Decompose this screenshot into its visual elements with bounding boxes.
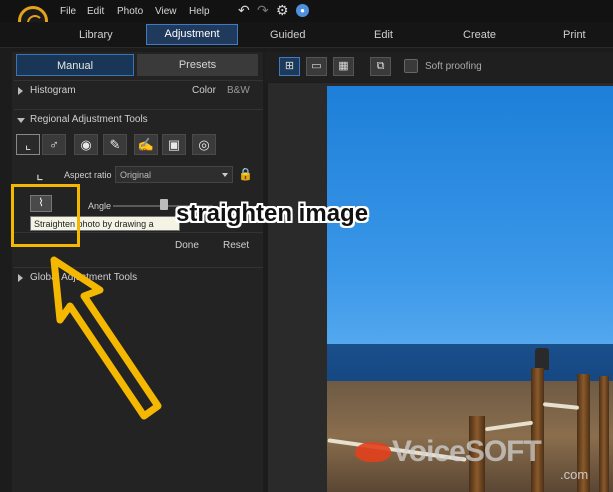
fit-view-icon[interactable]: ⊞ [279,57,300,76]
reset-button[interactable]: Reset [223,240,249,251]
aspect-ratio-label: Aspect ratio [64,170,112,180]
redo-icon[interactable]: ↷ [257,3,269,17]
photo-preview[interactable] [327,86,613,492]
photo-lamp [535,348,549,370]
chevron-down-icon [222,173,228,177]
watermark-domain: .com [560,467,589,482]
menu-edit[interactable]: Edit [87,6,104,17]
mode-edit[interactable]: Edit [374,29,393,41]
angle-label: Angle [88,201,112,211]
menu-bar: File Edit Photo View Help ↶ ↷ ⚙ ● [0,0,613,36]
histogram-bw-option[interactable]: B&W [227,85,250,96]
aspect-ratio-value: Original [120,170,152,180]
crop-tool-icon[interactable]: ⌞ [16,134,40,155]
highlight-box [11,184,80,247]
notification-icon[interactable]: ● [296,4,309,17]
regional-tools-label: Regional Adjustment Tools [30,114,148,125]
histogram-label: Histogram [30,85,76,96]
grid-view-icon[interactable]: ▦ [333,57,354,76]
done-button[interactable]: Done [175,240,199,251]
tab-manual[interactable]: Manual [16,54,134,76]
watermark-brand: VoiceSOFT [392,435,542,468]
single-view-icon[interactable]: ▭ [306,57,327,76]
histogram-color-option[interactable]: Color [192,85,216,96]
histogram-section[interactable]: Histogram Color B&W [14,80,263,100]
menu-photo[interactable]: Photo [117,6,143,17]
menu-file[interactable]: File [60,6,76,17]
menu-view[interactable]: View [155,6,177,17]
brush-tool-icon[interactable]: ✎ [103,134,127,155]
radial-mask-icon[interactable]: ◎ [192,134,216,155]
crop-icon: ⌞ [36,166,44,183]
mode-library[interactable]: Library [79,29,113,41]
compare-view-icon[interactable]: ⧉ [370,57,391,76]
mode-create[interactable]: Create [463,29,496,41]
gradient-mask-icon[interactable]: ▣ [162,134,186,155]
collapse-triangle-icon [17,118,25,123]
aspect-ratio-select[interactable]: Original [115,166,233,183]
mode-guided[interactable]: Guided [270,29,305,41]
mode-print[interactable]: Print [563,29,586,41]
photo-post [599,376,609,492]
undo-icon[interactable]: ↶ [238,3,250,17]
mode-bar: Library Guided Edit Create Print [0,22,613,48]
pointer-arrow-icon [50,256,162,420]
mode-adjustment[interactable]: Adjustment [146,24,238,45]
photo-post [531,368,544,492]
soft-proofing-checkbox[interactable] [404,59,418,73]
expand-triangle-icon [18,274,23,282]
regional-tools-section[interactable]: Regional Adjustment Tools [14,109,263,129]
soft-proofing-label: Soft proofing [425,61,482,72]
settings-gear-icon[interactable]: ⚙ [276,3,289,17]
watermark-logo-icon [355,442,391,462]
menu-help[interactable]: Help [189,6,210,17]
tab-presets[interactable]: Presets [137,54,258,76]
caption-text: straighten image [176,200,369,227]
lock-icon[interactable]: 🔒 [238,167,253,181]
adjustment-brush-icon[interactable]: ✍ [134,134,158,155]
angle-slider-thumb[interactable] [160,199,168,210]
expand-triangle-icon [18,87,23,95]
spot-healing-tool-icon[interactable]: ♂ [42,134,66,155]
red-eye-tool-icon[interactable]: ◉ [74,134,98,155]
